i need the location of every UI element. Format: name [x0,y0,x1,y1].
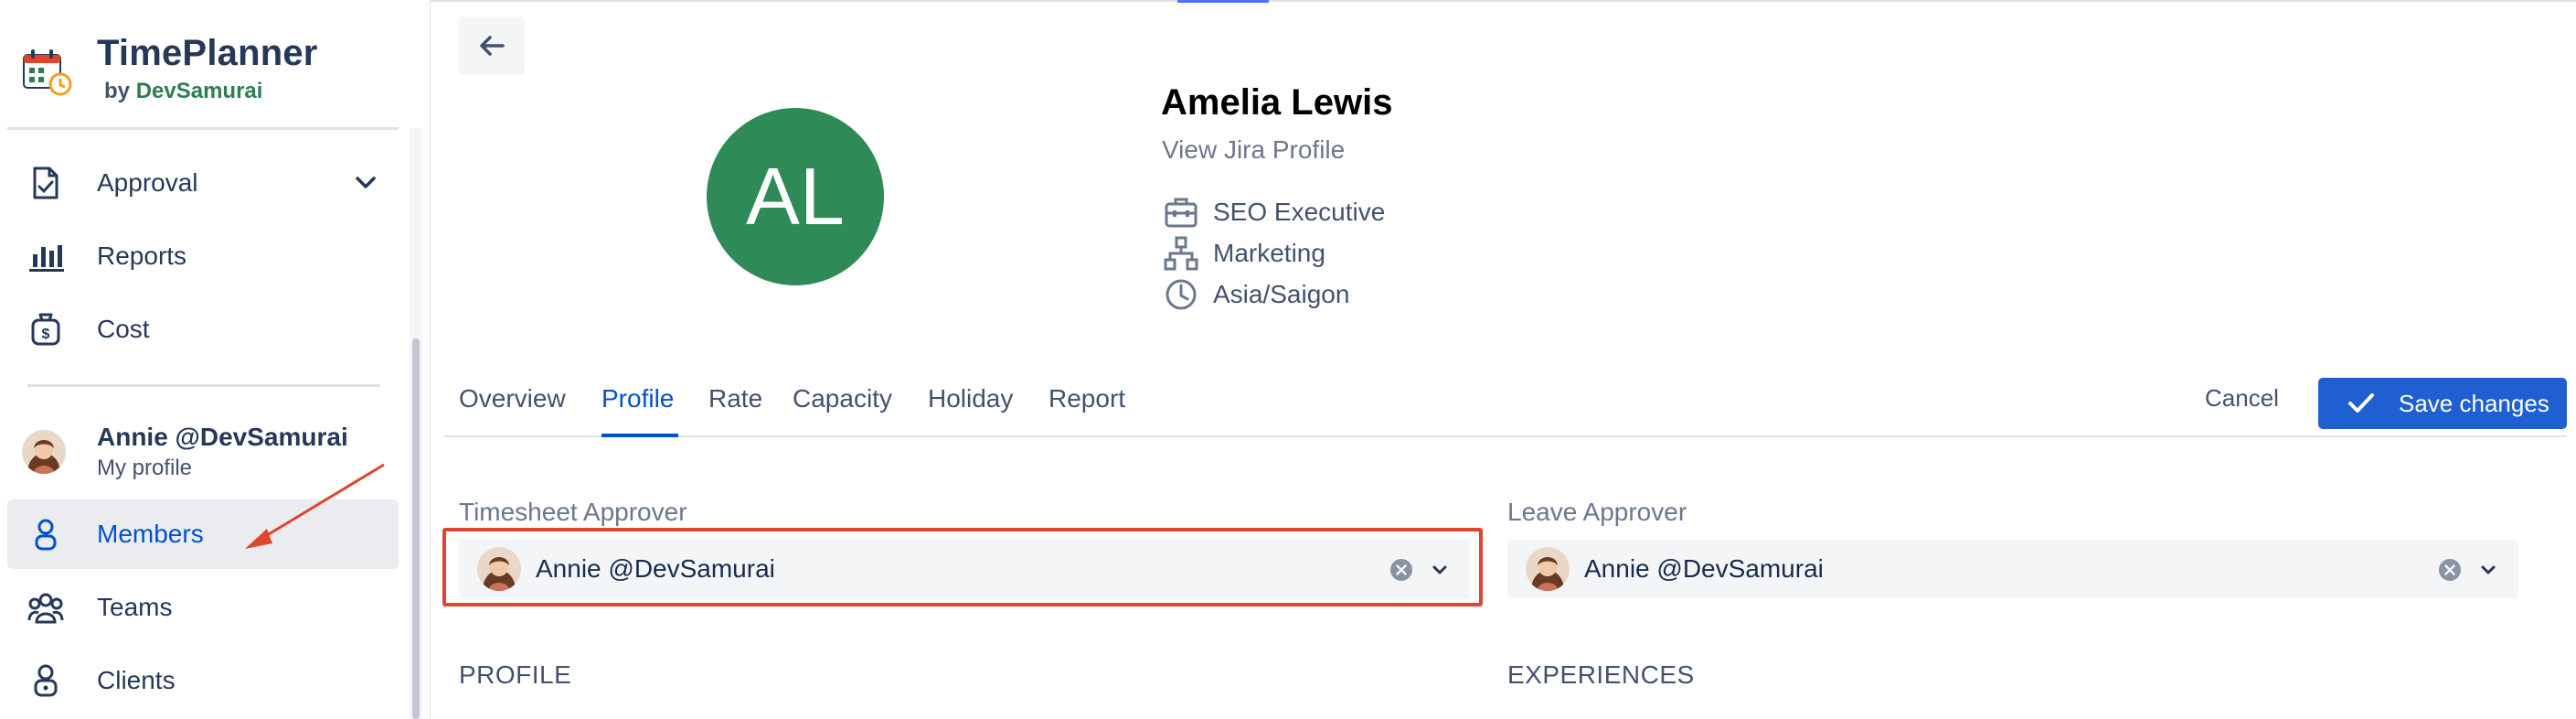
sidebar-item-teams[interactable]: Teams [7,573,399,642]
org-chart-icon [1164,236,1198,271]
back-button[interactable] [459,16,525,75]
sidebar-item-label: Members [97,520,204,548]
annotation-arrow-icon [245,463,385,549]
arrow-left-icon [480,36,505,56]
clear-icon[interactable] [2438,558,2462,582]
briefcase-icon [1165,198,1198,228]
leave-approver-label: Leave Approver [1507,498,1687,526]
member-name: Amelia Lewis [1161,82,1393,123]
sidebar-item-label: Approval [97,168,198,197]
member-initials: AL [746,151,845,241]
sidebar-item-label: Reports [97,241,187,270]
tab-capacity[interactable]: Capacity [793,384,892,413]
cancel-button[interactable]: Cancel [2205,384,2279,413]
top-border [431,0,2576,2]
member-avatar: AL [707,108,884,285]
tab-holiday[interactable]: Holiday [928,384,1013,413]
tab-profile[interactable]: Profile [601,384,674,413]
brand[interactable]: TimePlanner by DevSamurai [22,31,406,113]
sidebar-item-reports[interactable]: Reports [7,221,399,291]
money-bag-icon: $ [31,313,60,346]
sidebar-item-label: Cost [97,315,150,343]
sidebar-item-label: Clients [97,666,176,694]
user-photo-icon [1526,547,1570,591]
checkmark-icon [2348,393,2374,413]
tab-rate[interactable]: Rate [708,384,762,413]
document-check-icon [33,166,59,199]
person-icon [35,519,57,551]
lock-icon [34,664,58,697]
profile-section-heading: PROFILE [459,660,572,689]
clock-icon [1166,279,1197,310]
timesheet-approver-label: Timesheet Approver [459,498,687,526]
leave-approver-select[interactable]: Annie @DevSamurai [1507,540,2518,598]
tab-report[interactable]: Report [1048,384,1125,413]
chevron-down-icon[interactable] [2478,560,2498,580]
sidebar-item-approval[interactable]: Approval [7,148,399,218]
sidebar-divider [27,384,380,387]
sidebar-scrollbar-thumb[interactable] [412,338,420,719]
calendar-logo-icon [23,49,72,96]
save-changes-label: Save changes [2399,390,2549,417]
brand-title: TimePlanner [97,33,318,73]
sidebar-divider [7,127,399,130]
chevron-down-icon[interactable] [353,170,378,196]
sidebar-item-cost[interactable]: $ Cost [7,295,399,364]
avatar [22,430,66,474]
tabs-divider [444,435,2567,437]
top-accent-bar [1177,0,1269,3]
sidebar-item-clients[interactable]: Clients [7,646,399,715]
sidebar-border [430,0,431,719]
sidebar-item-label: Teams [97,593,173,621]
active-tab-indicator [601,434,678,437]
save-changes-button[interactable]: Save changes [2318,378,2567,429]
brand-subtitle: by DevSamurai [104,79,262,104]
bar-chart-icon [29,245,64,272]
leave-approver-value: Annie @DevSamurai [1584,554,1824,583]
team-icon [27,593,64,624]
view-jira-profile-link[interactable]: View Jira Profile [1162,135,1345,165]
profile-subtitle: My profile [97,456,193,480]
avatar [1526,547,1570,591]
user-photo-icon [22,430,66,474]
sidebar: TimePlanner by DevSamurai Approval Repor… [0,0,430,719]
svg-text:$: $ [42,327,50,342]
brand-company: DevSamurai [135,79,263,103]
annotation-highlight-box [442,528,1483,606]
tab-overview[interactable]: Overview [459,384,566,413]
experiences-section-heading: EXPERIENCES [1507,660,1695,689]
brand-by: by [104,79,131,103]
